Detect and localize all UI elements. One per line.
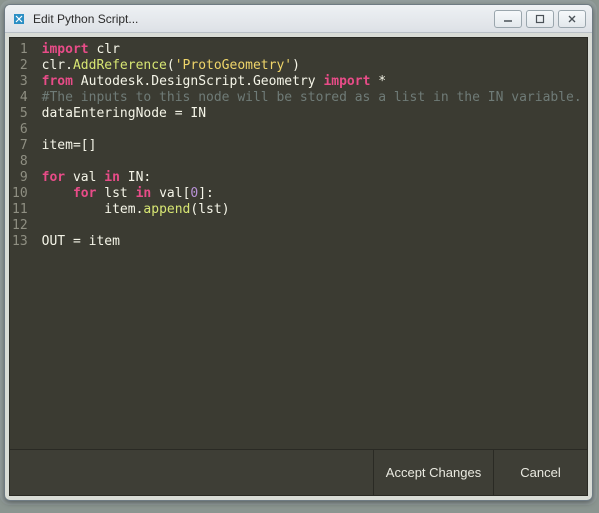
token-sp (151, 186, 159, 202)
token-num: 0 (190, 186, 198, 202)
token-name: val (159, 186, 182, 202)
window-controls (494, 10, 586, 28)
token-kw: in (104, 170, 120, 186)
close-button[interactable] (558, 10, 586, 28)
token-comment: #The inputs to this node will be stored … (42, 90, 582, 106)
token-sp (42, 186, 73, 202)
token-name: item (89, 234, 120, 250)
line-number: 3 (12, 74, 28, 90)
token-sp (183, 106, 191, 122)
token-name: dataEnteringNode (42, 106, 167, 122)
editor-window: Edit Python Script... 12345678910111213 … (4, 4, 593, 501)
token-str: 'ProtoGeometry' (175, 58, 292, 74)
code-line[interactable]: import clr (42, 42, 582, 58)
code-editor[interactable]: 12345678910111213 import clrclr.AddRefer… (9, 37, 588, 450)
token-kw: for (73, 186, 96, 202)
line-number: 4 (12, 90, 28, 106)
line-number: 8 (12, 154, 28, 170)
token-kw: import (42, 42, 89, 58)
code-line[interactable] (42, 122, 582, 138)
token-sp (96, 170, 104, 186)
code-line[interactable] (42, 154, 582, 170)
token-op: = (175, 106, 183, 122)
token-kw: in (136, 186, 152, 202)
token-punc: ] (198, 186, 206, 202)
token-sp (89, 42, 97, 58)
token-name: item (42, 138, 73, 154)
line-number: 12 (12, 218, 28, 234)
token-sp (370, 74, 378, 90)
token-sp (120, 170, 128, 186)
token-sp (42, 202, 105, 218)
line-number: 1 (12, 42, 28, 58)
line-number: 7 (12, 138, 28, 154)
code-line[interactable]: OUT = item (42, 234, 582, 250)
token-name: IN (128, 170, 144, 186)
token-punc: ) (222, 202, 230, 218)
token-name: lst (198, 202, 221, 218)
token-sp (73, 74, 81, 90)
code-line[interactable]: dataEnteringNode = IN (42, 106, 582, 122)
token-sp (96, 186, 104, 202)
cancel-button[interactable]: Cancel (493, 450, 587, 495)
line-number: 6 (12, 122, 28, 138)
token-call: AddReference (73, 58, 167, 74)
accept-changes-button[interactable]: Accept Changes (373, 450, 493, 495)
line-number: 5 (12, 106, 28, 122)
token-name: IN (190, 106, 206, 122)
token-sp (81, 234, 89, 250)
code-line[interactable]: item=[] (42, 138, 582, 154)
code-line[interactable] (42, 218, 582, 234)
code-line[interactable]: #The inputs to this node will be stored … (42, 90, 582, 106)
code-line[interactable]: clr.AddReference('ProtoGeometry') (42, 58, 582, 74)
token-punc: . (65, 58, 73, 74)
token-punc: [ (81, 138, 89, 154)
token-kw: for (42, 170, 65, 186)
token-sp (167, 106, 175, 122)
token-name: clr (96, 42, 119, 58)
token-name: clr (42, 58, 65, 74)
token-op: * (378, 74, 386, 90)
token-punc: : (206, 186, 214, 202)
token-name: item (104, 202, 135, 218)
titlebar[interactable]: Edit Python Script... (5, 5, 592, 33)
token-kw: from (42, 74, 73, 90)
token-name: val (73, 170, 96, 186)
token-punc: ( (190, 202, 198, 218)
minimize-button[interactable] (494, 10, 522, 28)
code-line[interactable]: for val in IN: (42, 170, 582, 186)
code-line[interactable]: from Autodesk.DesignScript.Geometry impo… (42, 74, 582, 90)
code-line[interactable]: for lst in val[0]: (42, 186, 582, 202)
token-punc: [ (183, 186, 191, 202)
token-op: = (73, 138, 81, 154)
code-line[interactable]: item.append(lst) (42, 202, 582, 218)
line-number: 10 (12, 186, 28, 202)
maximize-button[interactable] (526, 10, 554, 28)
token-sp (65, 170, 73, 186)
token-sp (316, 74, 324, 90)
line-number: 13 (12, 234, 28, 250)
line-number: 9 (12, 170, 28, 186)
token-kw: import (323, 74, 370, 90)
code-area[interactable]: import clrclr.AddReference('ProtoGeometr… (34, 38, 588, 449)
app-icon (11, 11, 27, 27)
window-title: Edit Python Script... (33, 12, 494, 26)
token-punc: . (136, 202, 144, 218)
token-name: OUT (42, 234, 65, 250)
token-sp (65, 234, 73, 250)
line-number-gutter: 12345678910111213 (10, 38, 34, 449)
token-name: lst (104, 186, 127, 202)
token-punc: ) (292, 58, 300, 74)
token-punc: ( (167, 58, 175, 74)
token-punc: : (143, 170, 151, 186)
token-call: append (143, 202, 190, 218)
token-op: = (73, 234, 81, 250)
dialog-button-bar: Accept Changes Cancel (9, 450, 588, 496)
token-name: Autodesk.DesignScript.Geometry (81, 74, 316, 90)
line-number: 2 (12, 58, 28, 74)
token-sp (128, 186, 136, 202)
line-number: 11 (12, 202, 28, 218)
token-punc: ] (89, 138, 97, 154)
